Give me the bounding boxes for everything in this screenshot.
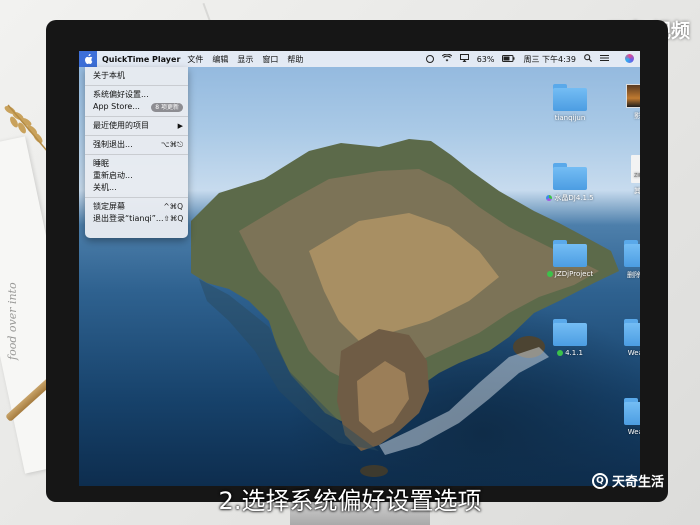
menu-item-restart[interactable]: 重新启动...: [85, 170, 188, 182]
desktop-icon-label: Weathe: [627, 349, 640, 357]
zip-file-icon: [631, 155, 640, 183]
menubar-app-name[interactable]: QuickTime Player: [102, 55, 180, 64]
battery-icon[interactable]: [502, 54, 515, 64]
menu-separator: [85, 154, 188, 155]
brand-bottom-label: 天奇生活: [611, 475, 664, 490]
siri-icon[interactable]: [617, 53, 634, 65]
desktop-icon-label: 删除方法: [627, 271, 640, 279]
menu-file[interactable]: 文件: [187, 54, 203, 65]
tag-dot-icon: [557, 350, 564, 356]
desktop-folder-weather-2[interactable]: Weathe: [613, 398, 640, 436]
desktop-icon-label: JZDjProject: [554, 270, 594, 278]
folder-icon: [624, 319, 640, 346]
brand-logo-icon: Q: [591, 472, 608, 489]
about-label: 关于本机: [93, 71, 125, 80]
desktop-icon-label: Weathe: [627, 428, 640, 436]
desktop-icon-label: tianqijun: [554, 114, 586, 122]
lock-screen-shortcut: ^⌘Q: [163, 202, 183, 211]
desktop-icon-label: 水晶DJ4.1.5: [554, 194, 594, 202]
mac-screen: QuickTime Player 文件 编辑 显示 窗口 帮助 63% 周三 下…: [79, 51, 640, 486]
system-preferences-label: 系统偏好设置...: [93, 90, 149, 99]
desktop-file-qita[interactable]: 其他: [613, 155, 640, 196]
desktop-folder-411[interactable]: 4.1.1: [542, 319, 598, 357]
force-quit-label: 强制退出...: [93, 140, 133, 149]
menu-edit[interactable]: 编辑: [212, 54, 228, 65]
control-center-icon[interactable]: [600, 54, 609, 64]
menu-item-log-out[interactable]: 退出登录“tianqi”... ⇧⌘Q: [85, 213, 188, 225]
apple-dropdown-menu: 关于本机 系统偏好设置... App Store... 8 项更新 最近使用的项…: [85, 67, 188, 238]
image-thumbnail-icon: [626, 84, 640, 108]
menu-item-lock-screen[interactable]: 锁定屏幕 ^⌘Q: [85, 201, 188, 213]
menu-item-recent-items[interactable]: 最近使用的项目 ▶: [85, 120, 188, 132]
menu-item-about-this-mac[interactable]: 关于本机: [85, 70, 188, 82]
monitor: QuickTime Player 文件 编辑 显示 窗口 帮助 63% 周三 下…: [46, 20, 668, 502]
desktop-folder-shuijing[interactable]: 水晶DJ4.1.5: [542, 163, 598, 203]
background-stick: [202, 0, 226, 21]
airplay-icon[interactable]: [459, 54, 469, 64]
tag-dot-icon: [546, 195, 553, 201]
apple-menu-icon[interactable]: [79, 51, 97, 67]
log-out-shortcut: ⇧⌘Q: [163, 214, 184, 223]
wifi-icon[interactable]: [441, 53, 452, 64]
desktop-file-ying[interactable]: 影片: [613, 84, 640, 121]
lock-screen-label: 锁定屏幕: [93, 202, 125, 211]
clock[interactable]: 周三 下午4:39: [523, 54, 576, 65]
menu-item-shutdown[interactable]: 关机...: [85, 182, 188, 194]
brand-watermark-bottom: Q 天奇生活: [591, 471, 664, 490]
folder-icon: [624, 240, 640, 267]
background-script-text: food over into: [6, 282, 19, 360]
menu-item-system-preferences[interactable]: 系统偏好设置...: [85, 89, 188, 101]
wheat-decoration: [4, 104, 49, 153]
sleep-label: 睡眠: [93, 159, 109, 168]
menu-separator: [85, 116, 188, 117]
desktop-folder-tianqijun[interactable]: tianqijun: [542, 84, 598, 122]
menu-bar: QuickTime Player 文件 编辑 显示 窗口 帮助 63% 周三 下…: [79, 51, 640, 67]
battery-percent[interactable]: 63%: [477, 55, 495, 64]
tag-dot-icon: [546, 271, 553, 277]
desktop-folder-weather-1[interactable]: Weathe: [613, 319, 640, 357]
desktop-folder-jzdjproject[interactable]: JZDjProject: [542, 240, 598, 278]
desktop-icon-label: 其他: [634, 187, 640, 195]
folder-icon: [553, 84, 587, 111]
log-out-label: 退出登录“tianqi”...: [93, 214, 164, 223]
search-icon[interactable]: [584, 54, 593, 64]
menu-separator: [85, 135, 188, 136]
record-status-icon[interactable]: [425, 55, 434, 63]
menu-separator: [85, 197, 188, 198]
recent-items-label: 最近使用的项目: [93, 121, 149, 130]
desktop-icon-label: 影片: [634, 112, 640, 120]
menubar-status-area: 63% 周三 下午4:39: [418, 53, 640, 65]
menu-window[interactable]: 窗口: [262, 54, 278, 65]
shutdown-label: 关机...: [93, 183, 117, 192]
force-quit-shortcut: ⌥⌘⎋: [160, 140, 183, 149]
app-store-update-badge: 8 项更新: [151, 102, 183, 112]
submenu-arrow-icon: ▶: [177, 122, 183, 130]
menu-item-app-store[interactable]: App Store... 8 项更新: [85, 101, 188, 113]
menu-view[interactable]: 显示: [237, 54, 253, 65]
desktop-folder-shanchu[interactable]: 删除方法: [613, 240, 640, 280]
folder-icon: [553, 163, 587, 190]
menu-separator: [85, 85, 188, 86]
folder-icon: [624, 398, 640, 425]
app-store-label: App Store...: [93, 102, 140, 111]
desktop-icon-label: 4.1.1: [565, 349, 583, 357]
menu-item-sleep[interactable]: 睡眠: [85, 158, 188, 170]
menu-help[interactable]: 帮助: [287, 54, 303, 65]
menu-item-force-quit[interactable]: 强制退出... ⌥⌘⎋: [85, 139, 188, 151]
folder-icon: [553, 319, 587, 346]
folder-icon: [553, 240, 587, 267]
restart-label: 重新启动...: [93, 171, 133, 180]
